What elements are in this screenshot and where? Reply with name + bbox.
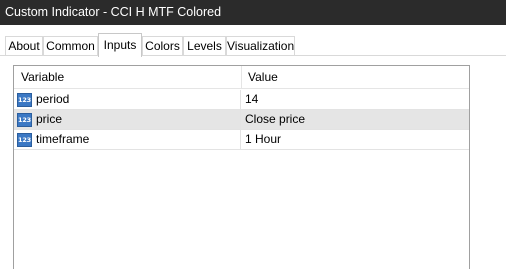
tab-common[interactable]: Common xyxy=(43,36,98,56)
indicator-properties-dialog: Custom Indicator - CCI H MTF Colored Abo… xyxy=(0,0,506,269)
variable-value[interactable]: 1 Hour xyxy=(245,130,281,150)
numeric-123-icon: 123 xyxy=(17,133,32,147)
variable-value[interactable]: 14 xyxy=(245,90,258,110)
tab-about[interactable]: About xyxy=(5,36,43,56)
variable-name: period xyxy=(36,92,70,106)
variable-value[interactable]: Close price xyxy=(245,110,305,130)
cell-variable: 123 price xyxy=(14,110,241,130)
tab-colors[interactable]: Colors xyxy=(142,36,183,56)
tab-inputs[interactable]: Inputs xyxy=(98,33,142,57)
variable-name: price xyxy=(36,112,63,126)
inputs-grid[interactable]: Variable Value 123 period 14 123 price C… xyxy=(13,65,470,269)
input-row-period[interactable]: 123 period 14 xyxy=(14,90,469,110)
variable-name: timeframe xyxy=(36,132,90,146)
tab-visualization[interactable]: Visualization xyxy=(226,36,295,56)
input-row-price[interactable]: 123 price Close price xyxy=(14,110,469,130)
tab-levels[interactable]: Levels xyxy=(183,36,226,56)
grid-header: Variable Value xyxy=(14,66,469,89)
column-header-value[interactable]: Value xyxy=(241,66,278,89)
cell-variable: 123 timeframe xyxy=(14,130,241,150)
cell-variable: 123 period xyxy=(14,90,241,110)
inputs-panel: Variable Value 123 period 14 123 price C… xyxy=(0,56,506,269)
numeric-123-icon: 123 xyxy=(17,113,32,127)
column-header-variable[interactable]: Variable xyxy=(14,66,64,89)
input-row-timeframe[interactable]: 123 timeframe 1 Hour xyxy=(14,130,469,150)
numeric-123-icon: 123 xyxy=(17,93,32,107)
tab-strip: About Common Inputs Colors Levels Visual… xyxy=(0,25,506,57)
window-title: Custom Indicator - CCI H MTF Colored xyxy=(0,0,506,25)
